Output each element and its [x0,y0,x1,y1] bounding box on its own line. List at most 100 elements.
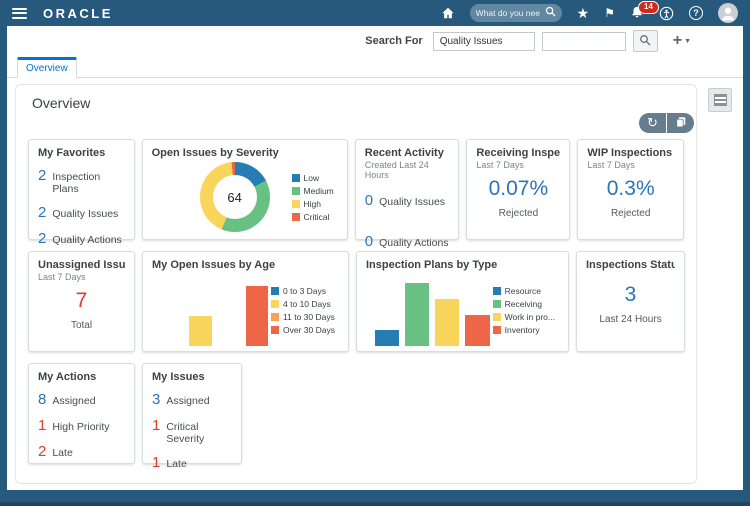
action-item[interactable]: 2 Late [38,443,125,460]
card-inspection-plans-by-type[interactable]: Inspection Plans by Type Resource Receivi… [356,251,569,352]
card-inspections-status[interactable]: Inspections Status 3 Last 24 Hours [576,251,685,352]
receiving-rejected-value: 0.07% [488,177,549,200]
cards-row-3: My Actions 8 Assigned 1 High Priority 2 … [28,363,684,471]
legend-item: Low [291,173,334,183]
home-icon[interactable] [441,6,455,20]
favorite-item[interactable]: 2 Quality Issues [38,204,125,221]
bar [435,299,460,346]
bar [405,283,430,346]
bar-slot [402,274,432,346]
age-legend: 0 to 3 Days 4 to 10 Days 11 to 30 Days Over… [271,286,335,335]
legend-item: Inventory [492,325,555,335]
card-my-actions[interactable]: My Actions 8 Assigned 1 High Priority 2 … [28,363,135,464]
search-category-value: Quality Issues [439,35,503,47]
menu-icon[interactable] [12,7,27,19]
legend-swatch [492,325,501,334]
legend-swatch [271,325,280,334]
bar-slot [158,274,186,346]
legend-swatch [291,212,300,221]
issue-item[interactable]: 1 Critical Severity [152,417,232,445]
legend-swatch [492,286,501,295]
legend-item: Over 30 Days [271,325,335,335]
page-title: Overview [32,95,91,111]
bar-slot [215,274,243,346]
bar-slot [372,274,402,346]
bar [189,316,212,346]
card-unassigned-issues[interactable]: Unassigned Issues Last 7 Days 7 Total [28,251,135,352]
legend-item: Critical [291,212,334,222]
inspections-status-value: 3 [624,283,637,306]
search-for-label: Search For [365,35,423,47]
global-search[interactable]: What do you nee [469,4,562,22]
bar-slot [432,274,462,346]
legend-item: 0 to 3 Days [271,286,335,296]
legend-swatch [492,299,501,308]
legend-swatch [291,173,300,182]
legend-swatch [492,312,501,321]
pages-icon [675,116,687,131]
bar-slot [243,274,271,346]
bottom-bar [0,490,750,506]
search-input[interactable] [541,31,626,51]
legend-swatch [291,199,300,208]
magnifier-icon [639,34,651,49]
card-my-open-issues-by-age[interactable]: My Open Issues by Age 0 to 3 Days 4 to 10… [142,251,349,352]
legend-swatch [271,286,280,295]
user-avatar[interactable] [718,3,738,23]
plus-icon: + [672,32,683,49]
search-toolbar: Search For Quality Issues + ▼ [7,26,743,56]
favorite-item[interactable]: 2 Quality Actions [38,230,125,247]
bar-slot [186,274,214,346]
cards-grid: My Favorites 2 Inspection Plans 2 Qualit… [16,135,696,471]
refresh-button[interactable]: ↻ [639,113,666,133]
chevron-down-icon: ▼ [684,37,691,45]
issue-item[interactable]: 1 Late [152,454,232,471]
activity-item[interactable]: 0 Quality Issues [365,192,450,209]
notification-badge: 14 [638,1,659,14]
activity-item[interactable]: 0 Quality Actions [365,233,450,250]
cards-row-1: My Favorites 2 Inspection Plans 2 Qualit… [28,139,684,250]
bar [465,314,490,346]
bar [245,286,269,346]
donut-total: 64 [227,189,242,205]
search-icon [545,4,556,22]
search-button[interactable] [632,30,658,52]
flag-icon[interactable]: ⚑ [604,6,615,20]
add-button[interactable]: + ▼ [673,33,691,49]
pages-button[interactable] [667,113,694,133]
refresh-icon: ↻ [647,115,658,130]
legend-item: 4 to 10 Days [271,299,335,309]
card-recent-activity[interactable]: Recent Activity Created Last 24 Hours 0 … [354,139,460,250]
legend-swatch [271,299,280,308]
favorite-item[interactable]: 2 Inspection Plans [38,167,125,195]
search-category-select[interactable]: Quality Issues [432,31,535,51]
unassigned-total-value: 7 [75,289,88,312]
card-my-favorites[interactable]: My Favorites 2 Inspection Plans 2 Qualit… [28,139,135,247]
issue-item[interactable]: 3 Assigned [152,391,232,408]
page-layout-button[interactable] [708,88,732,112]
accessibility-icon[interactable] [659,6,674,21]
favorites-star-icon[interactable]: ★ [577,5,590,22]
card-open-issues-by-severity[interactable]: Open Issues by Severity 64 Low Medium High… [141,139,348,240]
cards-row-2: Unassigned Issues Last 7 Days 7 Total My… [28,251,685,352]
help-icon[interactable]: ? [689,6,703,20]
oracle-logo: ORACLE [43,5,113,21]
card-receiving-inspections[interactable]: Receiving Inspecti... Last 7 Days 0.07% … [466,139,571,240]
action-item[interactable]: 1 High Priority [38,417,125,434]
notifications-bell-icon[interactable]: 14 [630,1,659,20]
legend-item: Receiving [492,299,555,309]
panel-actions: ↻ [16,113,696,135]
type-bar-chart [372,274,493,346]
bar-slot [462,274,492,346]
action-item[interactable]: 8 Assigned [38,391,125,408]
legend-swatch [291,186,300,195]
bar [375,330,400,346]
severity-legend: Low Medium High Critical [291,173,334,222]
tab-overview[interactable]: Overview [17,57,77,78]
content-area: Search For Quality Issues + ▼ Overview O… [7,26,743,490]
age-bar-chart [158,274,271,346]
list-layout-icon [713,94,727,106]
card-my-issues[interactable]: My Issues 3 Assigned 1 Critical Severity… [142,363,242,471]
type-legend: Resource Receiving Work in pro... Inventory [492,286,555,335]
card-wip-inspections[interactable]: WIP Inspections Last 7 Days 0.3% Rejecte… [577,139,684,240]
